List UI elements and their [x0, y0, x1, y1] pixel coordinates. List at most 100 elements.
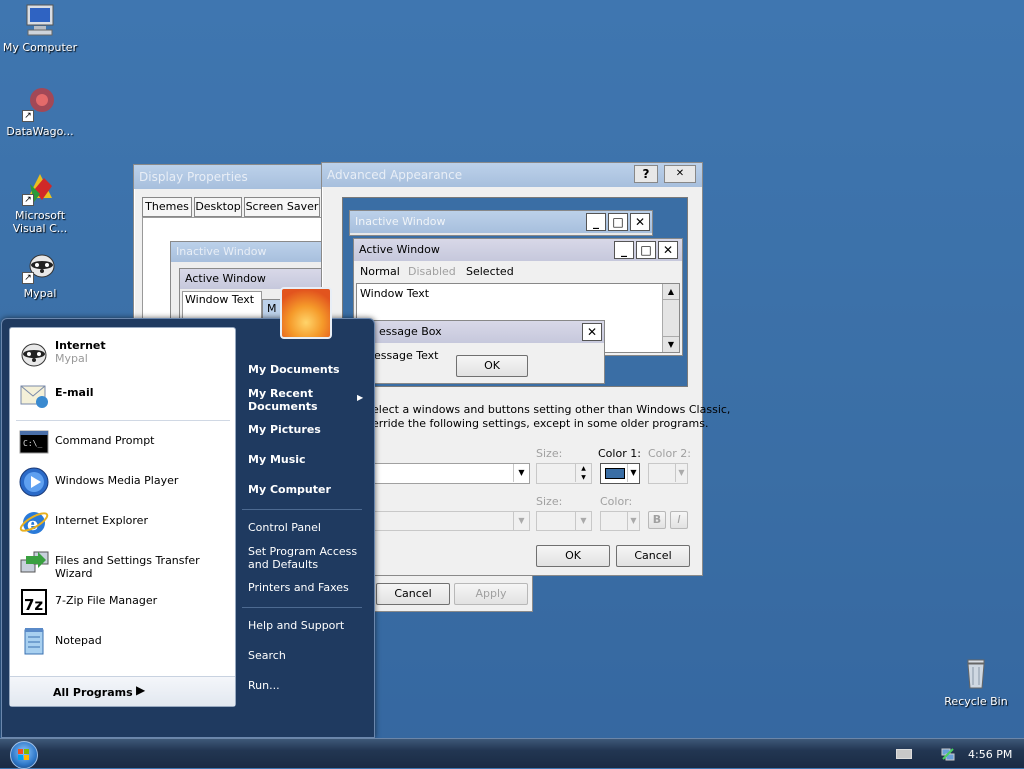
clock[interactable]: 4:56 PM	[968, 748, 1012, 761]
desktop-icon-label: DataWago...	[6, 125, 74, 138]
item-select[interactable]: ▼	[372, 463, 530, 484]
preview-message-box-fragment: M	[262, 299, 282, 319]
scroll-down-icon: ▼	[663, 336, 679, 352]
all-programs-button[interactable]: All Programs ▶	[10, 676, 235, 706]
start-menu: Internet Mypal E-mail C:\_ Command Promp…	[1, 287, 375, 738]
set-program-access-link[interactable]: Set Program Access and Defaults	[248, 545, 358, 571]
mypal-shortcut-icon: ↗	[22, 248, 58, 284]
window-title: Display Properties	[139, 170, 248, 184]
desktop-icon-label: Mypal	[23, 287, 57, 300]
shortcut-arrow-icon: ↗	[22, 272, 34, 284]
help-button[interactable]: ?	[634, 165, 658, 183]
pinned-internet-subtitle: Mypal	[55, 352, 88, 365]
recent-transfer-wizard[interactable]: Files and Settings Transfer Wizard	[16, 544, 236, 580]
network-tray-icon[interactable]	[940, 746, 956, 762]
preview-msgbox-title: essage Box	[374, 321, 604, 343]
recent-item-label: Notepad	[55, 634, 102, 647]
pinned-email[interactable]: E-mail	[16, 376, 236, 412]
start-menu-right-separator	[242, 509, 362, 510]
internet-explorer-icon: e	[18, 506, 50, 538]
bold-button[interactable]: B	[648, 511, 666, 529]
desktop-icon-mypal[interactable]: ↗ Mypal	[0, 248, 80, 300]
transfer-wizard-icon	[18, 546, 50, 578]
desktop-icon-datawago[interactable]: ↗ DataWago...	[0, 86, 80, 138]
shortcut-arrow-icon: ↗	[22, 110, 34, 122]
font-color-picker[interactable]: ▼	[600, 511, 640, 531]
color1-label: Color 1:	[598, 447, 641, 460]
svg-text:C:\_: C:\_	[23, 439, 42, 448]
my-recent-documents-link[interactable]: My Recent Documents	[248, 387, 338, 413]
minimize-icon: _	[614, 241, 634, 259]
cancel-button[interactable]: Cancel	[376, 583, 450, 605]
my-computer-link[interactable]: My Computer	[248, 483, 331, 496]
pinned-internet[interactable]: Internet Mypal	[16, 336, 236, 372]
email-icon	[18, 378, 50, 410]
user-picture	[280, 287, 332, 339]
ok-button[interactable]: OK	[536, 545, 610, 567]
window-title: Advanced Appearance	[327, 168, 463, 182]
my-documents-link[interactable]: My Documents	[248, 363, 340, 376]
preview-window-text: Window Text	[360, 287, 430, 300]
recycle-bin-icon	[958, 656, 994, 692]
recent-windows-media-player[interactable]: Windows Media Player	[16, 464, 236, 500]
close-icon: ✕	[658, 241, 678, 259]
media-player-icon	[18, 466, 50, 498]
tab-desktop[interactable]: Desktop	[194, 197, 242, 217]
font-select[interactable]: ▼	[372, 511, 530, 531]
computer-icon	[22, 2, 58, 38]
datawago-shortcut-icon: ↗	[22, 86, 58, 122]
recent-internet-explorer[interactable]: e Internet Explorer	[16, 504, 236, 540]
scroll-up-icon: ▲	[663, 284, 679, 300]
preview-menu-normal: Normal	[360, 265, 400, 278]
desktop-icon-label: My Computer	[2, 41, 78, 54]
chevron-down-icon: ▼	[675, 464, 687, 482]
start-menu-right-separator	[242, 607, 362, 608]
desktop-icon-label: Microsoft Visual C...	[12, 209, 68, 235]
tab-screen-saver[interactable]: Screen Saver	[244, 197, 320, 217]
start-menu-separator	[16, 420, 230, 421]
desktop-icon-my-computer[interactable]: My Computer	[0, 2, 80, 54]
preview-message-box: essage Box ✕ essage Text OK	[373, 320, 605, 384]
notepad-icon	[18, 626, 50, 658]
size-spinner[interactable]: ▲ ▼	[536, 463, 592, 484]
start-button[interactable]	[10, 741, 38, 769]
font-size-select[interactable]: ▼	[536, 511, 592, 531]
tab-themes[interactable]: Themes	[142, 197, 192, 217]
italic-button[interactable]: I	[670, 511, 688, 529]
color1-swatch	[605, 468, 625, 479]
keyboard-tray-icon[interactable]	[896, 749, 912, 759]
size-label: Size:	[536, 447, 563, 460]
my-music-link[interactable]: My Music	[248, 453, 306, 466]
run-link[interactable]: Run...	[248, 679, 280, 692]
spinner-arrows-icon: ▲ ▼	[575, 464, 591, 482]
color2-picker[interactable]: ▼	[648, 463, 688, 484]
help-support-link[interactable]: Help and Support	[248, 619, 344, 632]
appearance-preview: Inactive Window _ □ ✕ Active Window _ □ …	[342, 197, 688, 387]
command-prompt-icon: C:\_	[18, 426, 50, 458]
preview-inactive-title: Inactive Window	[350, 211, 652, 233]
desktop-icon-recycle-bin[interactable]: Recycle Bin	[936, 656, 1016, 708]
apply-button[interactable]: Apply	[454, 583, 528, 605]
preview-inactive-window: Inactive Window _ □ ✕	[349, 210, 653, 236]
printers-faxes-link[interactable]: Printers and Faxes	[248, 581, 349, 594]
font-color-label: Color:	[600, 495, 633, 508]
recent-notepad[interactable]: Notepad	[16, 624, 236, 660]
search-link[interactable]: Search	[248, 649, 286, 662]
my-pictures-link[interactable]: My Pictures	[248, 423, 321, 436]
desktop-icon-visual-c[interactable]: ↗ Microsoft Visual C...	[0, 170, 80, 235]
taskbar: 4:56 PM	[0, 738, 1024, 769]
control-panel-link[interactable]: Control Panel	[248, 521, 321, 534]
preview-ok-button: OK	[456, 355, 528, 377]
arrow-right-icon: ▶	[136, 683, 146, 697]
shortcut-arrow-icon: ↗	[22, 194, 34, 206]
color2-label: Color 2:	[648, 447, 691, 460]
recent-command-prompt[interactable]: C:\_ Command Prompt	[16, 424, 236, 460]
recent-item-label: Internet Explorer	[55, 514, 148, 527]
cancel-button[interactable]: Cancel	[616, 545, 690, 567]
recent-7zip[interactable]: 7z 7-Zip File Manager	[16, 584, 236, 620]
seven-zip-icon: 7z	[18, 586, 50, 618]
close-button[interactable]: ✕	[664, 165, 696, 183]
start-menu-programs-pane: Internet Mypal E-mail C:\_ Command Promp…	[9, 327, 236, 707]
pinned-internet-title: Internet	[55, 339, 106, 352]
color1-picker[interactable]: ▼	[600, 463, 640, 484]
